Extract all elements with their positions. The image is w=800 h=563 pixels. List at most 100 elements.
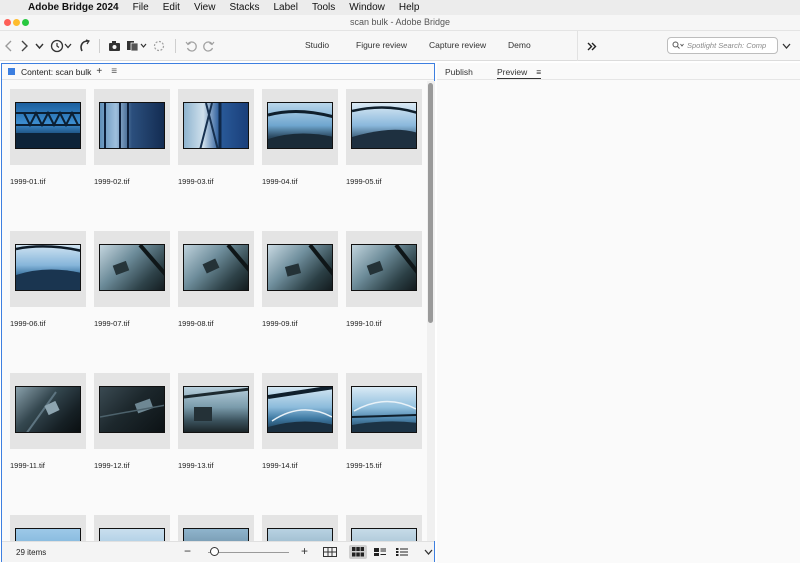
workspace-tab-studio[interactable]: Studio: [305, 40, 329, 50]
thumbnail-frame: [178, 231, 254, 307]
chevron-down-icon: [782, 43, 790, 49]
thumbnail-frame: [262, 515, 338, 541]
thumbnail-frame: [94, 231, 170, 307]
return-to-photoshop-button[interactable]: [78, 38, 90, 54]
thumbnail-image: [351, 386, 417, 433]
menu-edit[interactable]: Edit: [163, 2, 180, 13]
thumbnail-size-slider[interactable]: [208, 552, 289, 553]
thumbnail-image: [183, 244, 249, 291]
thumbnail-filename: 1999-11.tif: [10, 461, 45, 470]
toolbar-separator: [577, 31, 578, 61]
forward-button[interactable]: [19, 38, 29, 54]
lock-thumbnail-grid-button[interactable]: [321, 545, 339, 559]
go-parent-dropdown[interactable]: [34, 38, 44, 54]
thumbnail-filename: 1999-08.tif: [178, 319, 214, 328]
panel-tab-indicator: [8, 68, 15, 75]
tab-preview-label: Preview: [497, 67, 528, 77]
content-panel: Content: scan bulk + ≡ 1999-01.tif 1999-…: [1, 63, 435, 562]
thumbnail-frame: [346, 89, 422, 165]
thumbnail-filename: 1999-01.tif: [10, 177, 46, 186]
thumbnail-frame: [262, 231, 338, 307]
recent-files-button[interactable]: [50, 38, 72, 54]
panel-menu-button[interactable]: ≡: [536, 67, 541, 77]
menu-tools[interactable]: Tools: [312, 2, 335, 13]
workspace-tab-figure-review[interactable]: Figure review: [356, 40, 407, 50]
menu-bar: Adobe Bridge 2024 File Edit View Stacks …: [0, 0, 800, 15]
get-photos-button[interactable]: [108, 38, 122, 54]
view-as-list-button[interactable]: [393, 545, 411, 559]
thumbnail-frame: [178, 515, 254, 541]
thumbnail-image: [15, 244, 81, 291]
grid-icon: [323, 547, 337, 557]
thumbnail-image: [351, 244, 417, 291]
panel-menu-button[interactable]: ≡: [111, 66, 117, 77]
workspace-tab-capture-review[interactable]: Capture review: [429, 40, 486, 50]
panel-divider: [437, 79, 800, 80]
content-tab-label[interactable]: Content: scan bulk: [21, 67, 91, 77]
tab-publish[interactable]: Publish: [445, 67, 473, 77]
thumbnail-image: [267, 528, 333, 541]
menu-label[interactable]: Label: [273, 2, 297, 13]
thumbnail-frame: [346, 515, 422, 541]
content-panel-header: Content: scan bulk + ≡: [2, 64, 434, 80]
refine-dropdown[interactable]: [126, 38, 148, 54]
workspace-tab-demo[interactable]: Demo: [508, 40, 531, 50]
scrollbar-thumb[interactable]: [428, 83, 433, 323]
window-title: scan bulk - Adobe Bridge: [349, 17, 451, 27]
thumbnail-image: [99, 386, 165, 433]
open-in-camera-raw-button[interactable]: [153, 38, 165, 54]
thumbnail-frame: [262, 89, 338, 165]
add-tab-button[interactable]: +: [96, 66, 102, 77]
thumbnail-frame: [94, 89, 170, 165]
list-view-icon: [396, 548, 408, 556]
thumbnail-image: [15, 528, 81, 541]
view-as-details-button[interactable]: [371, 545, 389, 559]
toolbar-separator: [99, 39, 100, 53]
menu-stacks[interactable]: Stacks: [229, 2, 259, 13]
thumbnail-filename: 1999-14.tif: [262, 461, 298, 470]
content-scrollbar[interactable]: [427, 81, 435, 541]
rotate-right-icon: [202, 40, 214, 52]
view-options-dropdown[interactable]: [419, 545, 437, 559]
menu-help[interactable]: Help: [399, 2, 420, 13]
thumbnail-filename: 1999-06.tif: [10, 319, 46, 328]
aperture-icon: [153, 40, 165, 52]
thumbnail-frame: [94, 373, 170, 449]
menu-window[interactable]: Window: [349, 2, 385, 13]
zoom-out-button[interactable]: −: [184, 544, 191, 558]
content-status-bar: 29 items − +: [2, 541, 434, 562]
thumbnail-frame: [10, 89, 86, 165]
slider-handle[interactable]: [210, 547, 219, 556]
search-options-dropdown[interactable]: [780, 38, 792, 54]
thumbnail-image: [267, 244, 333, 291]
thumbnail-grid: 1999-01.tif 1999-02.tif 1999-03.tif 1999…: [2, 81, 426, 541]
thumbnails-view-icon: [352, 547, 364, 557]
zoom-in-button[interactable]: +: [301, 544, 308, 558]
rotate-left-button[interactable]: [184, 38, 198, 54]
menu-file[interactable]: File: [133, 2, 149, 13]
menu-view[interactable]: View: [194, 2, 216, 13]
thumbnail-image: [183, 102, 249, 149]
rotate-right-button[interactable]: [201, 38, 215, 54]
search-placeholder: Spotlight Search: Comp: [687, 41, 767, 50]
thumbnail-image: [351, 528, 417, 541]
chevron-left-icon: [5, 40, 12, 52]
thumbnail-filename: 1999-09.tif: [262, 319, 298, 328]
thumbnail-frame: [178, 89, 254, 165]
back-button[interactable]: [4, 38, 14, 54]
thumbnail-image: [99, 528, 165, 541]
more-workspaces-button[interactable]: [586, 38, 598, 54]
chevron-right-icon: [21, 40, 28, 52]
menu-app-name[interactable]: Adobe Bridge 2024: [28, 2, 119, 13]
thumbnail-image: [15, 386, 81, 433]
chevron-down-icon: [424, 549, 432, 555]
thumbnail-filename: 1999-13.tif: [178, 461, 214, 470]
thumbnail-image: [183, 528, 249, 541]
spotlight-search-field[interactable]: Spotlight Search: Comp: [667, 37, 778, 54]
thumbnail-image: [99, 102, 165, 149]
tab-preview[interactable]: Preview ≡: [497, 67, 542, 79]
thumbnail-frame: [94, 515, 170, 541]
thumbnail-image: [267, 102, 333, 149]
view-as-thumbnails-button[interactable]: [349, 545, 367, 559]
thumbnail-filename: 1999-07.tif: [94, 319, 130, 328]
